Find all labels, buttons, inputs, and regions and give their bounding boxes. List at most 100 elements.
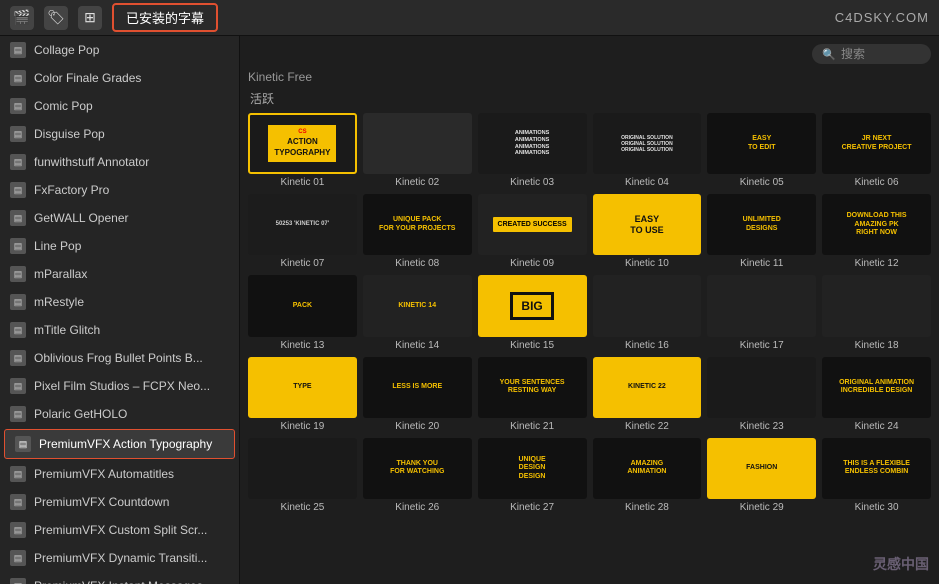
grid-item[interactable]: UNIQUE PACK FOR YOUR PROJECTSKinetic 08 [363, 194, 472, 269]
sidebar-item[interactable]: ▤Disguise Pop [0, 120, 239, 148]
grid-item[interactable]: 50253 'Kinetic 07'Kinetic 07 [248, 194, 357, 269]
grid-item-label: Kinetic 02 [395, 177, 439, 188]
grid-item[interactable]: LESS IS MORE Kinetic 20 [363, 357, 472, 432]
sidebar-item[interactable]: ▤Pixel Film Studios – FCPX Neo... [0, 372, 239, 400]
installed-tab[interactable]: 已安装的字幕 [112, 3, 218, 32]
thumbnail-k21: YOUR SENTENCES RESTING WAY [478, 357, 587, 418]
grid-item-label: Kinetic 27 [510, 502, 554, 513]
grid-item-label: Kinetic 01 [280, 177, 324, 188]
grid-item[interactable]: Kinetic 23 [707, 357, 816, 432]
grid-item-label: Kinetic 09 [510, 258, 554, 269]
grid-item[interactable]: ANIMATIONS ANIMATIONS ANIMATIONS ANIMATI… [478, 113, 587, 188]
grid-item-label: Kinetic 17 [740, 340, 784, 351]
thumbnail-k20: LESS IS MORE [363, 357, 472, 418]
grid-item[interactable]: JR NEXT CREATIVE PROJECT Kinetic 06 [822, 113, 931, 188]
grid-item[interactable]: FASHIONKinetic 29 [707, 438, 816, 513]
grid-item-label: Kinetic 26 [395, 502, 439, 513]
sidebar-item[interactable]: ▤FxFactory Pro [0, 176, 239, 204]
sidebar-item-label: mTitle Glitch [34, 323, 100, 337]
grid-item[interactable]: THIS IS A FLEXIBLE ENDLESS COMBINKinetic… [822, 438, 931, 513]
sidebar-item-label: funwithstuff Annotator [34, 155, 149, 169]
grid-item[interactable]: EASY TO EDITKinetic 05 [707, 113, 816, 188]
sidebar-item[interactable]: ▤Collage Pop [0, 36, 239, 64]
grid-item-label: Kinetic 25 [280, 502, 324, 513]
thumbnail-k19: TYPE [248, 357, 357, 418]
grid-item[interactable]: THANK YOU FOR WATCHINGKinetic 26 [363, 438, 472, 513]
search-wrap[interactable]: 🔍 [812, 44, 931, 64]
thumbnail-k17 [707, 275, 816, 336]
grid-item-label: Kinetic 13 [280, 340, 324, 351]
sidebar-item-label: Line Pop [34, 239, 81, 253]
grid-item-label: Kinetic 30 [855, 502, 899, 513]
sidebar-item[interactable]: ▤mTitle Glitch [0, 316, 239, 344]
grid-item[interactable]: DOWNLOAD THIS AMAZING PK RIGHT NOWKineti… [822, 194, 931, 269]
grid-item-label: Kinetic 19 [280, 421, 324, 432]
grid-item[interactable]: YOUR SENTENCES RESTING WAY Kinetic 21 [478, 357, 587, 432]
grid-item[interactable]: Kinetic 02 [363, 113, 472, 188]
grid-icon[interactable]: ⊞ [78, 6, 102, 30]
sidebar-item[interactable]: ▤ Line Pop [0, 232, 239, 260]
search-input[interactable] [841, 47, 921, 61]
sidebar-item[interactable]: ▤Polaric GetHOLO [0, 400, 239, 428]
grid-item-label: Kinetic 16 [625, 340, 669, 351]
sidebar-item[interactable]: ▤GetWALL Opener [0, 204, 239, 232]
plugin-icon: ▤ [10, 266, 26, 282]
thumbnail-k08: UNIQUE PACK FOR YOUR PROJECTS [363, 194, 472, 255]
sidebar-item[interactable]: ▤PremiumVFX Action Typography [4, 429, 235, 459]
sidebar-item-label: PremiumVFX Instant Messages [34, 579, 203, 584]
tag-icon[interactable]: 🏷 [44, 6, 68, 30]
sidebar-item[interactable]: ▤PremiumVFX Instant Messages [0, 572, 239, 584]
grid-item[interactable]: PACK Kinetic 13 [248, 275, 357, 350]
grid-item[interactable]: Kinetic 22Kinetic 22 [593, 357, 702, 432]
content-area: 🔍 Kinetic Free 活跃 CSACTIONTYPOGRAPHYKine… [240, 36, 939, 584]
grid-item-label: Kinetic 20 [395, 421, 439, 432]
grid-item[interactable]: UNIQUE DESIGN DESIGNKinetic 27 [478, 438, 587, 513]
grid-item[interactable]: ORIGINAL SOLUTION ORIGINAL SOLUTION ORIG… [593, 113, 702, 188]
grid-item-label: Kinetic 29 [740, 502, 784, 513]
thumbnail-k13: PACK [248, 275, 357, 336]
sidebar-item[interactable]: ▤PremiumVFX Dynamic Transiti... [0, 544, 239, 572]
sidebar-item[interactable]: ▤funwithstuff Annotator [0, 148, 239, 176]
sidebar-item-label: Comic Pop [34, 99, 93, 113]
grid-item[interactable]: Kinetic 16 [593, 275, 702, 350]
plugin-icon: ▤ [10, 406, 26, 422]
sidebar-item[interactable]: ▤PremiumVFX Countdown [0, 488, 239, 516]
grid-item[interactable]: AMAZING ANIMATIONKinetic 28 [593, 438, 702, 513]
thumbnail-k03: ANIMATIONS ANIMATIONS ANIMATIONS ANIMATI… [478, 113, 587, 174]
grid-item-label: Kinetic 11 [740, 258, 783, 269]
grid-item[interactable]: EASY TO USEKinetic 10 [593, 194, 702, 269]
sidebar-item[interactable]: ▤Oblivious Frog Bullet Points B... [0, 344, 239, 372]
sidebar-item[interactable]: ▤Color Finale Grades [0, 64, 239, 92]
kinetic-free-header: Kinetic Free [248, 70, 931, 84]
grid-item-label: Kinetic 06 [855, 177, 899, 188]
grid-item-label: Kinetic 05 [740, 177, 784, 188]
sidebar-item[interactable]: ▤mRestyle [0, 288, 239, 316]
grid-item-label: Kinetic 18 [855, 340, 899, 351]
grid-item[interactable]: BIGKinetic 15 [478, 275, 587, 350]
grid-item-label: Kinetic 07 [280, 258, 324, 269]
plugin-icon: ▤ [10, 238, 26, 254]
sidebar-item[interactable]: ▤Comic Pop [0, 92, 239, 120]
plugin-icon: ▤ [10, 378, 26, 394]
sidebar-item[interactable]: ▤mParallax [0, 260, 239, 288]
grid-item[interactable]: Kinetic 18 [822, 275, 931, 350]
grid-item[interactable]: UNLIMITED DESIGNS Kinetic 11 [707, 194, 816, 269]
grid-item[interactable]: ORIGINAL ANIMATION INCREDIBLE DESIGNKine… [822, 357, 931, 432]
film-icon[interactable]: 🎬 [10, 6, 34, 30]
plugin-icon: ▤ [10, 294, 26, 310]
sidebar-item[interactable]: ▤PremiumVFX Automatitles [0, 460, 239, 488]
grid-item[interactable]: TYPE Kinetic 19 [248, 357, 357, 432]
grid-item[interactable]: Kinetic 17 [707, 275, 816, 350]
thumbnail-k11: UNLIMITED DESIGNS [707, 194, 816, 255]
thumbnail-k06: JR NEXT CREATIVE PROJECT [822, 113, 931, 174]
grid-item-label: Kinetic 15 [510, 340, 554, 351]
grid-item[interactable]: Kinetic 14Kinetic 14 [363, 275, 472, 350]
sidebar-item[interactable]: ▤PremiumVFX Custom Split Scr... [0, 516, 239, 544]
thumbnail-k10: EASY TO USE [593, 194, 702, 255]
grid-item-label: Kinetic 21 [510, 421, 554, 432]
sidebar-item-label: Oblivious Frog Bullet Points B... [34, 351, 203, 365]
thumbnail-k23 [707, 357, 816, 418]
grid-item[interactable]: CREATED SUCCESSKinetic 09 [478, 194, 587, 269]
grid-item[interactable]: Kinetic 25 [248, 438, 357, 513]
grid-item[interactable]: CSACTIONTYPOGRAPHYKinetic 01 [248, 113, 357, 188]
